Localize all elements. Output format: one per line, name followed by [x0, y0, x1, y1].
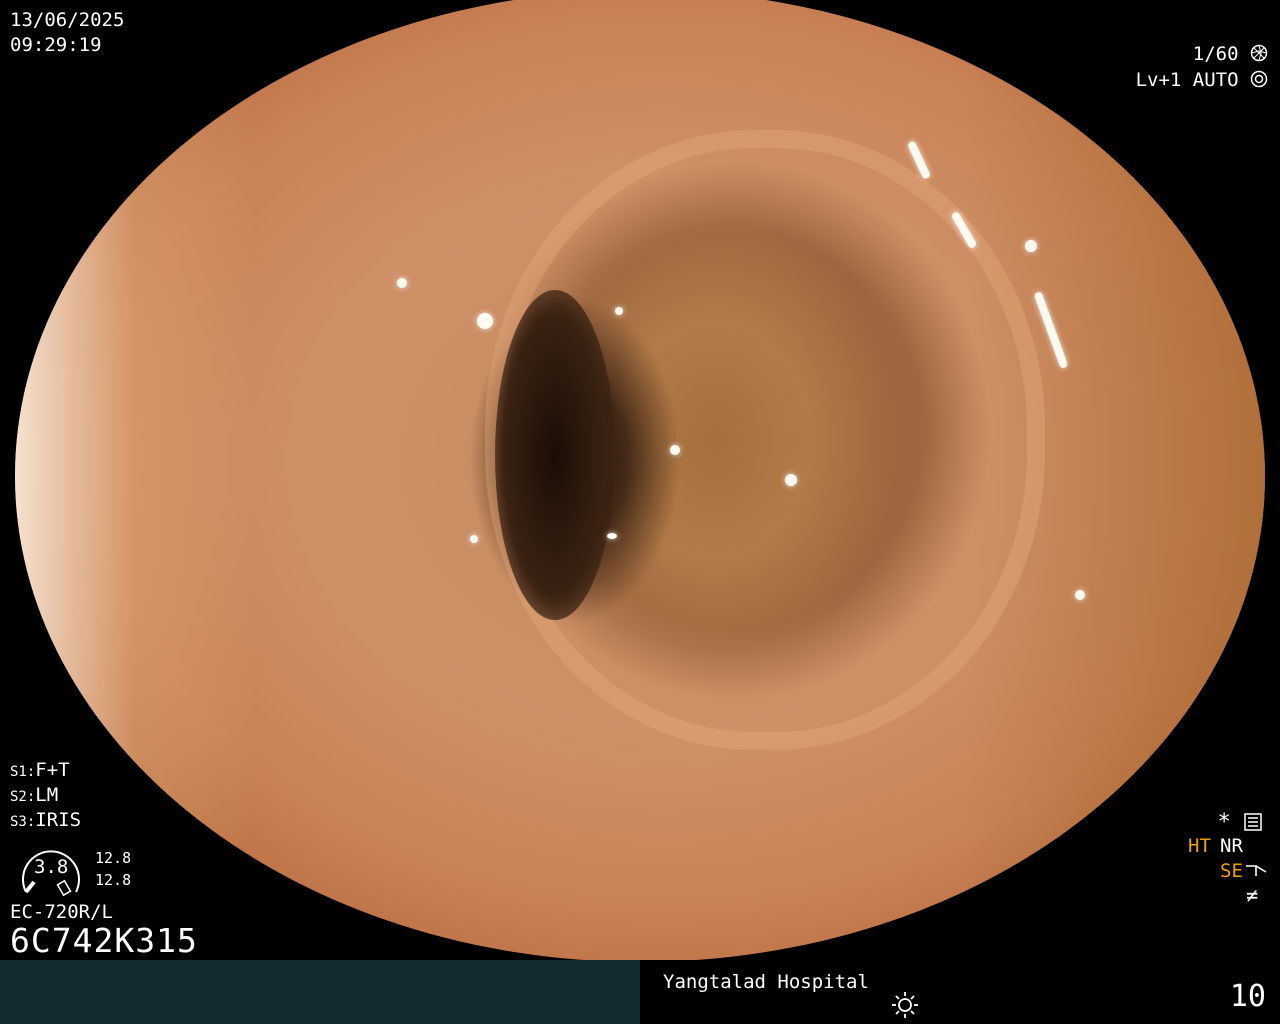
switch-3-value: IRIS	[35, 809, 82, 831]
hospital-name: Yangtalad Hospital	[663, 971, 869, 993]
brightness-icon	[892, 992, 918, 1018]
switch-2: S2:LM	[10, 783, 58, 809]
serial-number: 6C742K315	[10, 921, 198, 960]
status-bar-left	[0, 960, 640, 1024]
time-label: 09:29:19	[10, 34, 102, 56]
endoscopy-image	[15, 0, 1265, 962]
switch-1-label: S1:	[10, 764, 36, 780]
switch-1: S1:F+T	[10, 758, 70, 784]
gauge-reading-2: 12.8	[95, 871, 132, 889]
specular-highlight	[1075, 590, 1085, 600]
nr-indicator: NR	[1220, 835, 1243, 857]
switch-3-label: S3:	[10, 814, 36, 830]
shutter-speed: 1/60	[1193, 42, 1268, 66]
gauge-value: 3.8	[34, 856, 69, 878]
specular-highlight	[615, 307, 623, 315]
specular-highlight	[607, 533, 617, 539]
specular-highlight	[470, 535, 478, 543]
specular-highlight	[1025, 240, 1037, 252]
ht-indicator: HT	[1188, 835, 1211, 857]
settings-indicator: *	[1218, 810, 1263, 835]
structure-enhance-icon	[1246, 865, 1267, 876]
date-label: 13/06/2025	[10, 9, 125, 31]
switch-2-label: S2:	[10, 789, 36, 805]
specular-highlight	[670, 445, 680, 455]
switch-3: S3:IRIS	[10, 808, 81, 834]
specular-highlight	[397, 278, 407, 288]
specular-highlight	[477, 313, 493, 329]
light-level: Lv+1 AUTO	[1136, 68, 1268, 92]
star-symbol: *	[1217, 810, 1231, 835]
light-level-value: Lv+1 AUTO	[1135, 69, 1239, 91]
image-count: 10	[1229, 979, 1266, 1014]
se-indicator: SE	[1220, 860, 1243, 882]
shutter-value: 1/60	[1192, 43, 1239, 65]
gauge-reading-1: 12.8	[95, 849, 132, 867]
switch-1-value: F+T	[35, 759, 70, 781]
shutter-icon	[1250, 44, 1268, 62]
status-bar	[0, 960, 1280, 1024]
switch-2-value: LM	[35, 784, 59, 806]
filter-symbol: ≠	[1246, 883, 1259, 907]
specular-highlight	[785, 474, 797, 486]
lumen-opening	[495, 290, 615, 620]
settings-panel-icon	[1244, 813, 1262, 831]
iris-icon	[1250, 70, 1268, 88]
